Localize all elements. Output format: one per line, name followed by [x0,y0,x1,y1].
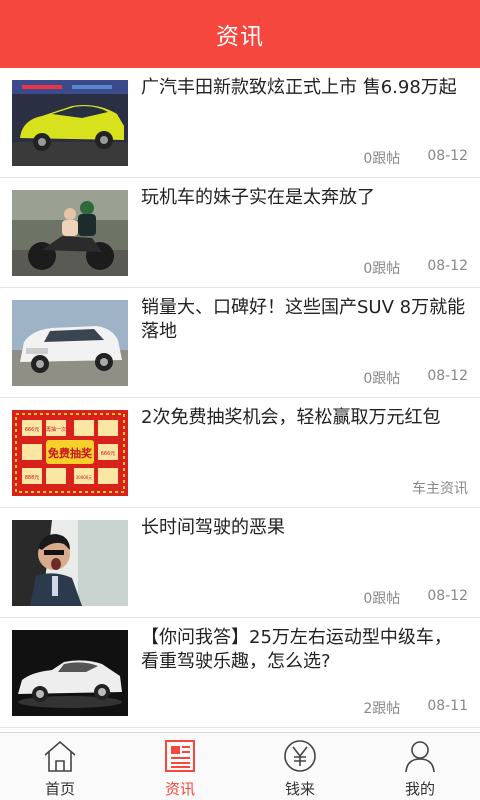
news-date: 08-12 [427,588,468,604]
tab-news[interactable]: 资讯 [120,733,240,800]
news-meta: 2跟帖 08-11 [363,698,468,718]
home-icon [44,740,76,772]
news-icon [165,740,195,772]
news-title[interactable]: 【你问我答】25万左右运动型中级车，看重驾驶乐趣，怎么选? [141,626,466,674]
comment-count: 2跟帖 [363,701,401,717]
news-item[interactable]: 销量大、口碑好！这些国产SUV 8万就能落地 0跟帖 08-12 [0,288,480,398]
prize-label: 666元 [101,451,116,457]
news-thumbnail-white-sedan [12,630,128,716]
prize-label: 888元 [25,475,40,481]
news-title[interactable]: 长时间驾驶的恶果 [141,516,466,540]
comment-count: 0跟帖 [363,261,401,277]
tab-money[interactable]: 钱来 [240,733,360,800]
news-item[interactable]: 玩机车的妹子实在是太奔放了 0跟帖 08-12 [0,178,480,288]
user-icon [405,741,435,773]
cell-label: 再抽一次 [46,426,66,433]
news-title[interactable]: 广汽丰田新款致炫正式上市 售6.98万起 [141,76,466,100]
news-item[interactable]: 广汽丰田新款致炫正式上市 售6.98万起 0跟帖 08-12 [0,68,480,178]
tab-profile[interactable]: 我的 [360,733,480,800]
tab-label: 资讯 [164,780,195,798]
news-meta: 0跟帖 08-12 [363,148,468,168]
tab-label: 我的 [404,780,435,798]
news-item[interactable]: 长时间驾驶的恶果 0跟帖 08-12 [0,508,480,618]
tab-label: 钱来 [284,780,315,798]
news-meta: 0跟帖 08-12 [363,588,468,608]
page-title: 资讯 [216,24,264,50]
news-thumbnail-yellow-car [12,80,128,166]
news-date: 08-12 [427,368,468,384]
news-date: 08-12 [427,258,468,274]
comment-count: 0跟帖 [363,151,401,167]
news-source: 车主资讯 [412,481,468,497]
news-meta: 车主资讯 [412,478,468,498]
news-date: 08-11 [427,698,468,714]
tab-home[interactable]: 首页 [0,733,120,800]
news-thumbnail-motorcycle [12,190,128,276]
news-thumbnail-tired-driver [12,520,128,606]
prize-label: 30000元 [76,475,93,480]
bottom-tab-bar: 首页 资讯 钱来 我的 [0,732,480,800]
news-meta: 0跟帖 08-12 [363,368,468,388]
news-item[interactable]: 免费抽奖 666元 再抽一次 666元 888元 30000元 2次免费抽奖机会… [0,398,480,508]
news-title[interactable]: 玩机车的妹子实在是太奔放了 [141,186,466,210]
news-item[interactable]: 【你问我答】25万左右运动型中级车，看重驾驶乐趣，怎么选? 2跟帖 08-11 [0,618,480,728]
tab-label: 首页 [44,780,75,798]
news-list[interactable]: 广汽丰田新款致炫正式上市 售6.98万起 0跟帖 08-12 玩机车的妹子实在是… [0,68,480,732]
app-header: 资讯 [0,0,480,68]
comment-count: 0跟帖 [363,371,401,387]
news-title[interactable]: 2次免费抽奖机会，轻松赢取万元红包 [141,406,466,430]
yuan-icon [284,740,316,772]
news-thumbnail-white-suv [12,300,128,386]
lottery-banner-text: 免费抽奖 [48,446,93,460]
news-thumbnail-lottery: 免费抽奖 666元 再抽一次 666元 888元 30000元 [12,410,128,496]
news-meta: 0跟帖 08-12 [363,258,468,278]
news-title[interactable]: 销量大、口碑好！这些国产SUV 8万就能落地 [141,296,466,344]
news-date: 08-12 [427,148,468,164]
prize-label: 666元 [25,427,40,433]
comment-count: 0跟帖 [363,591,401,607]
